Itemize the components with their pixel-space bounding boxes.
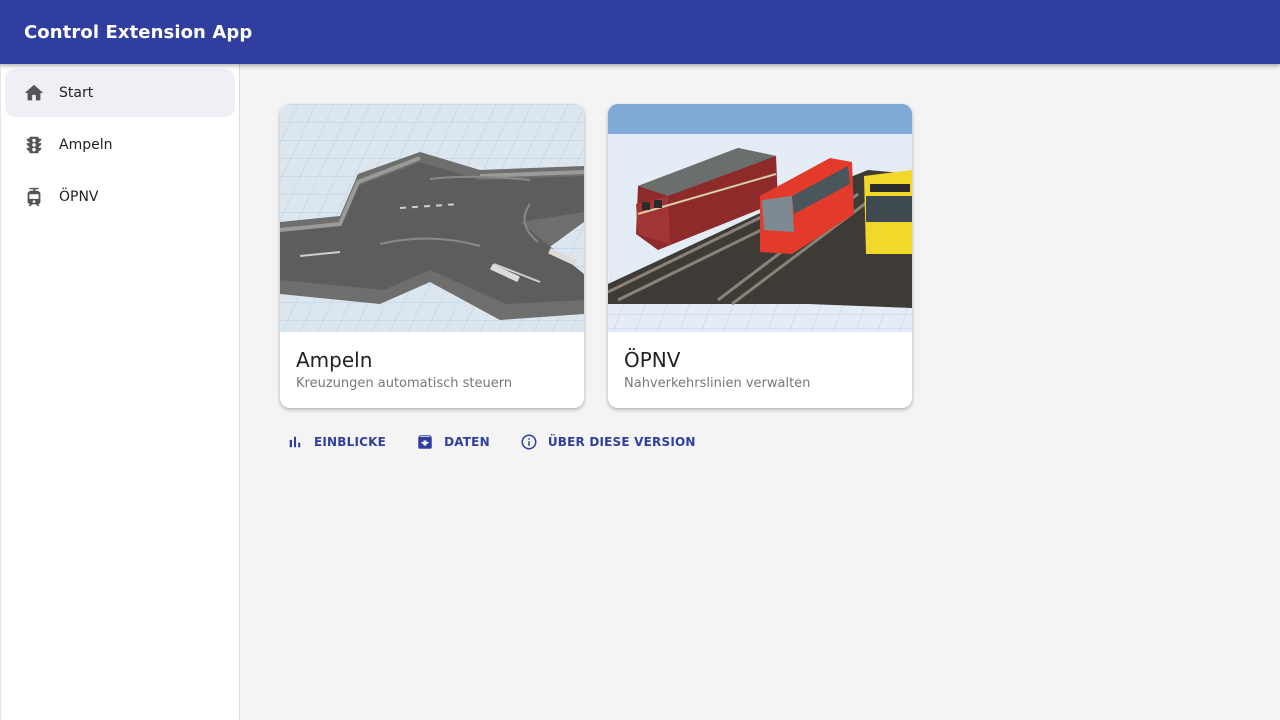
bar-chart-icon: [289, 436, 301, 448]
sidebar-item-start[interactable]: Start: [5, 69, 235, 117]
road-intersection-image: [280, 104, 584, 332]
sidebar-item-ampeln[interactable]: Ampeln: [5, 121, 235, 169]
action-label: ÜBER DIESE VERSION: [547, 435, 696, 449]
about-version-button[interactable]: ÜBER DIESE VERSION: [514, 428, 702, 456]
card-subtitle: Kreuzungen automatisch steuern: [296, 376, 513, 391]
traffic-light-icon: [23, 134, 45, 156]
action-label: EINBLICKE: [314, 435, 387, 449]
sidebar-item-label: Ampeln: [59, 137, 113, 153]
app-bar: Control Extension App: [0, 0, 1280, 64]
archive-icon: [418, 435, 432, 449]
card-ampeln[interactable]: Ampeln Kreuzungen automatisch steuern: [280, 104, 584, 408]
info-icon: [521, 434, 537, 450]
action-bar: EINBLICKE DATEN ÜBER DIESE VERSION: [280, 428, 720, 456]
action-label: DATEN: [444, 435, 490, 449]
tram-icon: [23, 186, 45, 208]
card-subtitle: Nahverkehrslinien verwalten: [624, 376, 811, 391]
main-content: Ampeln Kreuzungen automatisch steuern ÖP…: [240, 64, 1280, 720]
data-button[interactable]: DATEN: [410, 428, 496, 456]
sidebar-item-opnv[interactable]: ÖPNV: [5, 173, 235, 221]
insights-button[interactable]: EINBLICKE: [280, 428, 392, 456]
app-title: Control Extension App: [24, 21, 253, 43]
sidebar-item-label: ÖPNV: [59, 189, 99, 205]
card-title: ÖPNV: [624, 348, 681, 372]
trains-tram-bus-image: [608, 104, 912, 332]
sidebar: Start Ampeln ÖPNV: [0, 64, 240, 720]
sidebar-item-label: Start: [59, 85, 94, 101]
card-opnv[interactable]: ÖPNV Nahverkehrslinien verwalten: [608, 104, 912, 408]
home-icon: [23, 82, 45, 104]
card-title: Ampeln: [296, 348, 373, 372]
card-list: Ampeln Kreuzungen automatisch steuern ÖP…: [280, 104, 912, 408]
